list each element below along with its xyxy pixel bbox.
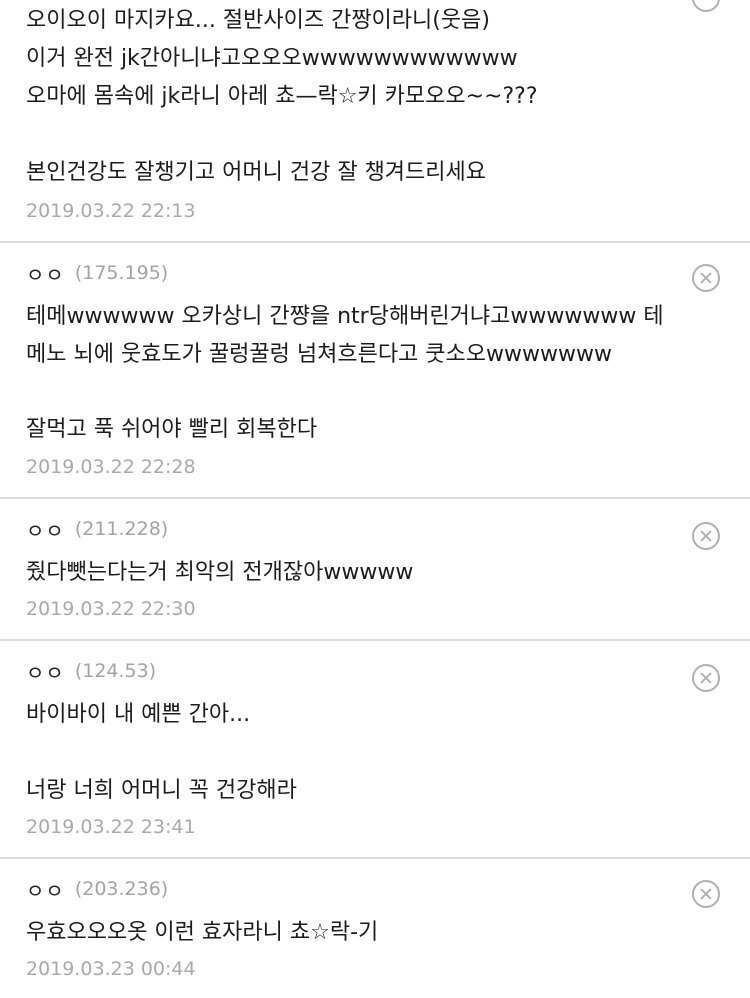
comment-text-line: 잘먹고 푹 쉬어야 빨리 회복한다 <box>26 417 318 442</box>
comment-text-line: 줬다뺏는다는거 최악의 전개잖아wwwww <box>26 560 414 585</box>
comment-header: ㅇㅇ (175.195) <box>26 258 168 288</box>
divider <box>0 497 750 499</box>
delete-icon[interactable] <box>692 664 720 692</box>
comment-header: ㅇㅇ (211.228) <box>26 514 168 544</box>
comment-nickname: ㅇㅇ <box>26 878 65 903</box>
comment-text-line: 이거 완전 jk간아니냐고오오오wwwwwwwwwwww <box>26 46 518 71</box>
comment-nickname: ㅇㅇ <box>26 518 65 543</box>
divider <box>0 241 750 243</box>
comment-text-line: 본인건강도 잘챙기고 어머니 건강 잘 챙겨드리세요 <box>26 160 487 185</box>
comment-ip: (211.228) <box>74 518 169 540</box>
delete-icon[interactable] <box>692 0 720 12</box>
comment-text-line: 너랑 너희 어머니 꼭 건강해라 <box>26 778 297 803</box>
comment-ip: (124.53) <box>74 660 157 682</box>
comment-ip: (203.236) <box>74 878 169 900</box>
divider <box>0 857 750 859</box>
comment-text-line: 메노 뇌에 웃효도가 꿀렁꿀렁 넘쳐흐른다고 쿳소오wwwwwww <box>26 342 612 367</box>
comment-header: ㅇㅇ (124.53) <box>26 656 156 686</box>
comment-text-line: 우효오오오옷 이런 효자라니 쵸☆락-기 <box>26 920 379 945</box>
comment-date: 2019.03.22 22:30 <box>26 598 196 620</box>
comment-date: 2019.03.22 22:28 <box>26 456 196 478</box>
comment-text-line: 오이오이 마지카요... 절반사이즈 간짱이라니(웃음) <box>26 8 490 33</box>
comment-header: ㅇㅇ (203.236) <box>26 874 168 904</box>
comment-date: 2019.03.23 00:44 <box>26 958 196 980</box>
comment-text-line: 오마에 몸속에 jk라니 아레 쵸—락☆키 카모오오~~??? <box>26 84 538 109</box>
comment-nickname: ㅇㅇ <box>26 262 65 287</box>
comment-text-line: 테메wwwwww 오카상니 간쨩을 ntr당해버린거냐고wwwwwww 테 <box>26 304 664 329</box>
delete-icon[interactable] <box>692 264 720 292</box>
delete-icon[interactable] <box>692 880 720 908</box>
delete-icon[interactable] <box>692 522 720 550</box>
comment-date: 2019.03.22 23:41 <box>26 816 196 838</box>
comment-text-line: 바이바이 내 예쁜 간아... <box>26 702 251 727</box>
comment-date: 2019.03.22 22:13 <box>26 200 196 222</box>
comment-ip: (175.195) <box>74 262 169 284</box>
divider <box>0 639 750 641</box>
comment-nickname: ㅇㅇ <box>26 660 65 685</box>
